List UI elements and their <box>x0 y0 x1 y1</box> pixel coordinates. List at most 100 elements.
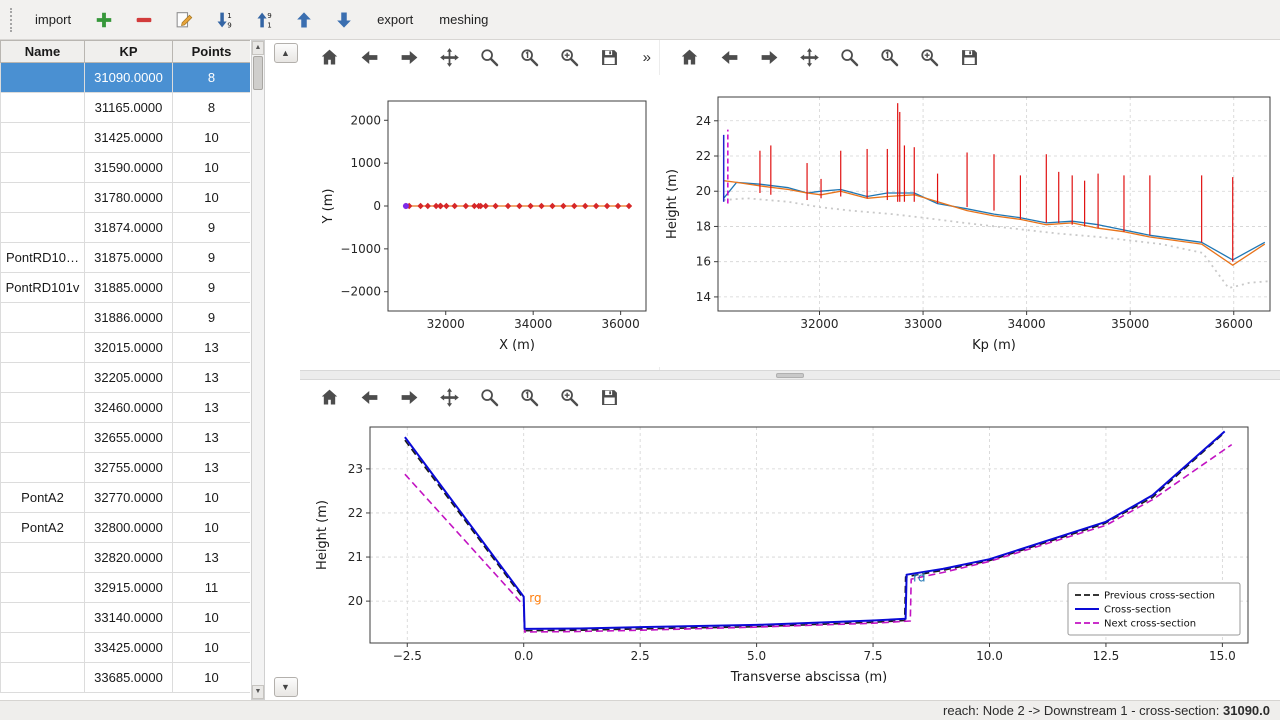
toolbar-handle[interactable] <box>10 8 15 32</box>
import-button[interactable]: import <box>29 8 77 31</box>
table-row[interactable]: 32820.000013 <box>1 543 251 573</box>
home-button[interactable] <box>316 385 342 411</box>
export-button[interactable]: export <box>371 8 419 31</box>
pan-button[interactable] <box>436 45 462 71</box>
edit-button[interactable] <box>171 7 197 33</box>
table-row[interactable]: 33685.000010 <box>1 663 251 693</box>
back-button[interactable] <box>716 45 742 71</box>
back-icon <box>359 387 380 408</box>
forward-button[interactable] <box>396 45 422 71</box>
zoom-rect-button[interactable] <box>556 45 582 71</box>
zoom-orig-icon <box>519 47 540 68</box>
table-row[interactable]: 31165.00008 <box>1 93 251 123</box>
zoom-original-button[interactable] <box>516 45 542 71</box>
save-icon <box>599 387 620 408</box>
cell-name <box>1 633 85 663</box>
pan-button[interactable] <box>436 385 462 411</box>
column-header-name[interactable]: Name <box>1 41 85 63</box>
zoom-original-button[interactable] <box>876 45 902 71</box>
cell-name <box>1 63 85 93</box>
cell-name: PontRD10… <box>1 243 85 273</box>
table-row[interactable]: PontRD10…31875.00009 <box>1 243 251 273</box>
table-row[interactable]: 31874.00009 <box>1 213 251 243</box>
zoom-button[interactable] <box>476 45 502 71</box>
table-row[interactable]: PontA232800.000010 <box>1 513 251 543</box>
table-row[interactable]: PontRD101v31885.00009 <box>1 273 251 303</box>
forward-icon <box>399 387 420 408</box>
scrollbar-down-arrow-icon[interactable]: ▼ <box>252 685 264 699</box>
splitter-handle-icon <box>776 373 804 378</box>
table-row[interactable]: 33425.000010 <box>1 633 251 663</box>
home-button[interactable] <box>316 45 342 71</box>
home-button[interactable] <box>676 45 702 71</box>
sort-descending-button[interactable] <box>251 7 277 33</box>
save-icon <box>599 47 620 68</box>
cell-name <box>1 423 85 453</box>
table-row[interactable]: 32755.000013 <box>1 453 251 483</box>
next-cross-section-button[interactable]: ▼ <box>274 677 298 697</box>
table-row[interactable]: 31780.000010 <box>1 183 251 213</box>
zoom-rect-button[interactable] <box>916 45 942 71</box>
move-down-button[interactable] <box>331 7 357 33</box>
scrollbar-up-arrow-icon[interactable]: ▲ <box>252 41 264 55</box>
sort-ascending-button[interactable] <box>211 7 237 33</box>
svg-text:−2000: −2000 <box>340 285 381 299</box>
save-figure-button[interactable] <box>596 45 622 71</box>
table-row[interactable]: 31886.00009 <box>1 303 251 333</box>
table-row[interactable]: 31425.000010 <box>1 123 251 153</box>
table-row[interactable]: 32460.000013 <box>1 393 251 423</box>
zoom-button[interactable] <box>836 45 862 71</box>
zoom-icon <box>479 387 500 408</box>
cell-name <box>1 333 85 363</box>
cell-name <box>1 363 85 393</box>
cell-kp: 32770.0000 <box>85 483 173 513</box>
zoom-rect-button[interactable] <box>556 385 582 411</box>
arrow-down-icon <box>334 10 354 30</box>
table-row[interactable]: 33140.000010 <box>1 603 251 633</box>
zoom-button[interactable] <box>476 385 502 411</box>
column-header-kp[interactable]: KP <box>85 41 173 63</box>
cell-kp: 31886.0000 <box>85 303 173 333</box>
pan-button[interactable] <box>796 45 822 71</box>
table-scrollbar[interactable]: ▲ ▼ <box>251 40 265 700</box>
remove-cross-section-button[interactable] <box>131 7 157 33</box>
cell-name <box>1 93 85 123</box>
svg-text:12.5: 12.5 <box>1093 649 1120 663</box>
cell-points: 13 <box>173 363 251 393</box>
svg-text:Cross-section: Cross-section <box>1104 605 1171 616</box>
cell-points: 8 <box>173 63 251 93</box>
cell-points: 13 <box>173 423 251 453</box>
cell-kp: 32655.0000 <box>85 423 173 453</box>
save-figure-button[interactable] <box>596 385 622 411</box>
table-row[interactable]: 31590.000010 <box>1 153 251 183</box>
cell-name <box>1 393 85 423</box>
table-row[interactable]: 32915.000011 <box>1 573 251 603</box>
table-row[interactable]: 32655.000013 <box>1 423 251 453</box>
back-button[interactable] <box>356 385 382 411</box>
cell-points: 10 <box>173 183 251 213</box>
table-row[interactable]: 32205.000013 <box>1 363 251 393</box>
back-button[interactable] <box>356 45 382 71</box>
table-row[interactable]: PontA232770.000010 <box>1 483 251 513</box>
horizontal-splitter[interactable] <box>300 370 1280 380</box>
move-up-button[interactable] <box>291 7 317 33</box>
forward-button[interactable] <box>756 45 782 71</box>
forward-button[interactable] <box>396 385 422 411</box>
zoom-original-button[interactable] <box>516 385 542 411</box>
save-figure-button[interactable] <box>956 45 982 71</box>
toolbar-overflow-chevron[interactable]: » <box>643 49 651 66</box>
scrollbar-thumb[interactable] <box>253 56 263 90</box>
table-row[interactable]: 32015.000013 <box>1 333 251 363</box>
plan-view-chart[interactable]: 320003400036000−2000−1000010002000X (m)Y… <box>300 75 659 370</box>
scrollbar-track[interactable] <box>252 55 264 685</box>
home-icon <box>319 47 340 68</box>
meshing-button[interactable]: meshing <box>433 8 494 31</box>
svg-text:−1000: −1000 <box>340 242 381 256</box>
column-header-points[interactable]: Points <box>173 41 251 63</box>
table-row[interactable]: 31090.00008 <box>1 63 251 93</box>
add-cross-section-button[interactable] <box>91 7 117 33</box>
longitudinal-profile-chart[interactable]: 3200033000340003500036000141618202224Kp … <box>660 75 1280 370</box>
prev-cross-section-button[interactable]: ▲ <box>274 43 298 63</box>
cross-section-chart[interactable]: −2.50.02.55.07.510.012.515.020212223Tran… <box>300 415 1280 700</box>
status-bar: reach: Node 2 -> Downstream 1 - cross-se… <box>0 700 1280 720</box>
